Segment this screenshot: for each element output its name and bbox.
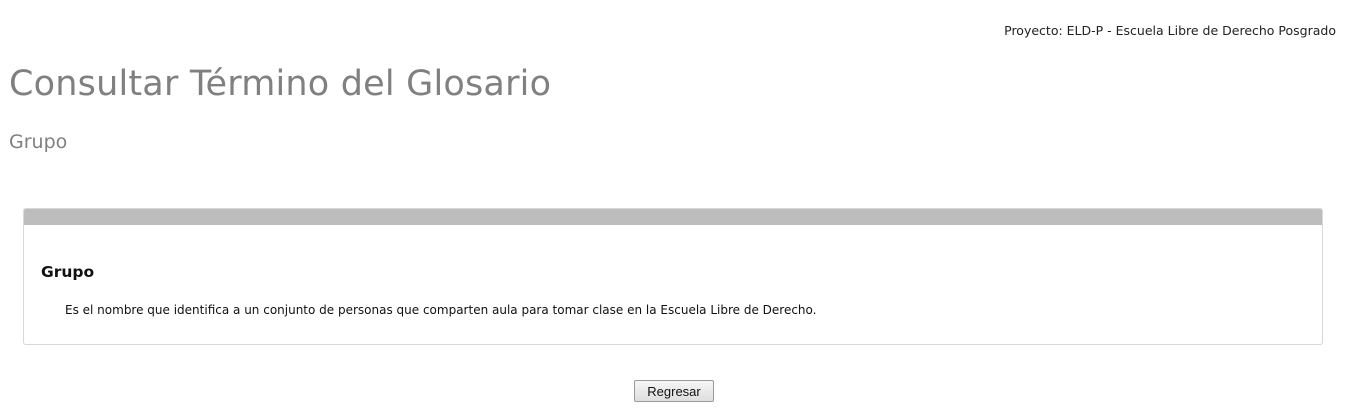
project-label: Proyecto: ELD-P - Escuela Libre de Derec… (1004, 23, 1336, 38)
panel-header-bar (24, 209, 1322, 225)
back-button[interactable]: Regresar (634, 380, 714, 402)
term-definition: Es el nombre que identifica a un conjunt… (65, 303, 817, 317)
page-subtitle: Grupo (9, 131, 68, 153)
page-title: Consultar Término del Glosario (9, 64, 552, 104)
term-name: Grupo (41, 263, 95, 281)
glossary-term-panel: Grupo Es el nombre que identifica a un c… (23, 208, 1323, 345)
